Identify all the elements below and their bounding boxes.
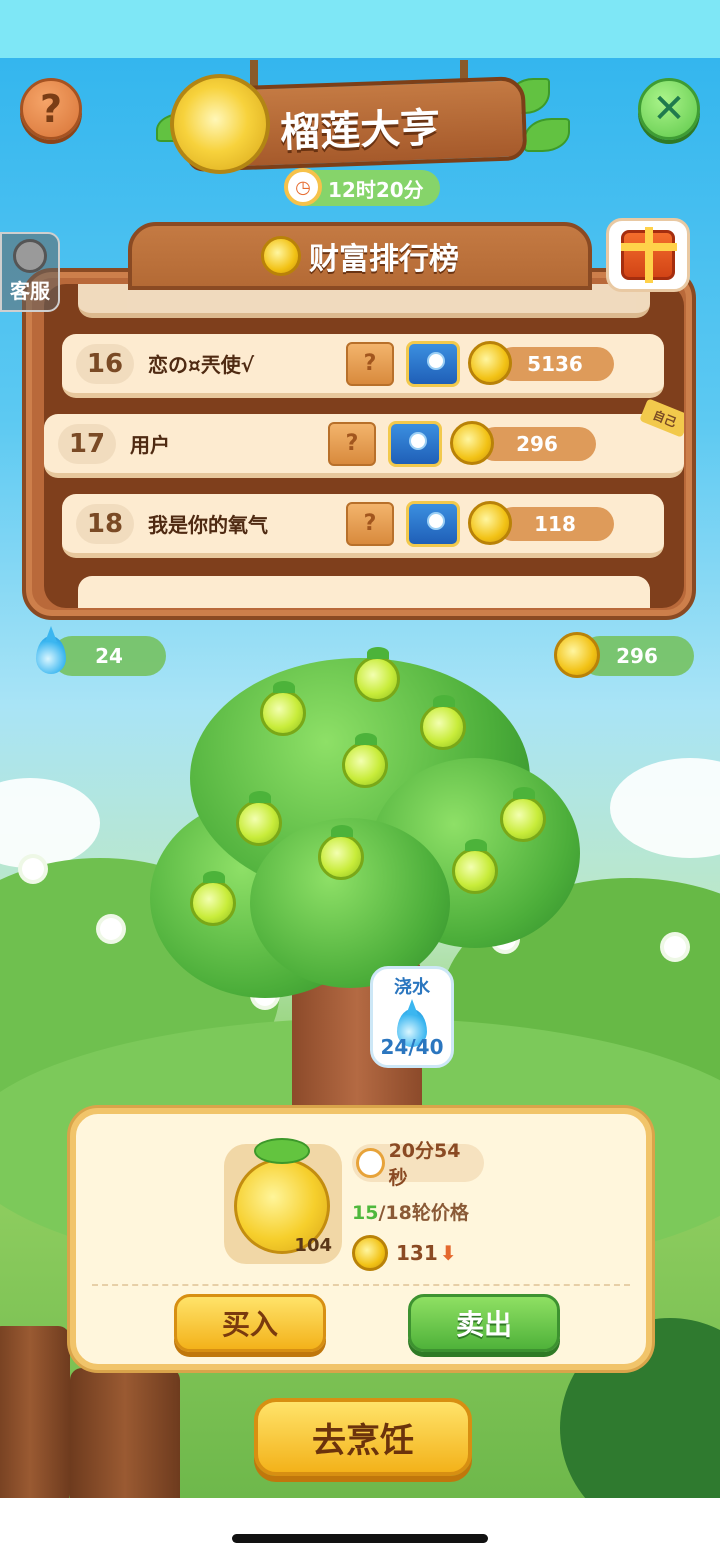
mystery-box-icon: ? <box>346 341 394 386</box>
leaderboard-row[interactable]: 16 恋の¤兲使√ ? 5136 <box>62 334 664 398</box>
treasure-chest-icon <box>406 500 460 547</box>
price-value: 131 <box>396 1241 438 1265</box>
gift-icon <box>621 227 677 283</box>
close-button[interactable]: ✕ <box>638 78 700 140</box>
leaf-icon <box>254 1138 310 1164</box>
buy-button[interactable]: 买入 <box>174 1294 326 1352</box>
bottom-safe-area <box>0 1498 720 1558</box>
durian-icon <box>170 74 270 174</box>
coin-icon <box>450 420 494 465</box>
coin-amount: 296 <box>516 431 558 456</box>
rank-number: 17 <box>58 423 116 464</box>
leaderboard-panel: 16 恋の¤兲使√ ? 5136 17 用户 ? 296 自己 18 我是你的氧… <box>22 268 696 620</box>
leaderboard-title: 财富排行榜 <box>309 242 459 277</box>
water-button[interactable]: 浇水 24/40 <box>370 966 454 1068</box>
leaderboard-row[interactable]: 18 我是你的氧气 ? 118 <box>62 494 664 558</box>
round-rest: /18轮价格 <box>378 1202 469 1224</box>
market-info: 20分54秒 15/18轮价格 131 ⬇ <box>352 1140 532 1271</box>
customer-service-button[interactable]: 客服 <box>0 232 60 312</box>
coin-icon <box>554 632 600 678</box>
price-countdown: 20分54秒 <box>352 1140 484 1189</box>
headset-icon <box>13 239 47 273</box>
flower <box>22 858 44 880</box>
coin-balance: 118 <box>468 500 614 545</box>
player-name: 我是你的氧气 <box>148 513 268 537</box>
sell-button[interactable]: 卖出 <box>408 1294 560 1352</box>
coin-icon <box>468 500 512 545</box>
countdown-text: 20分54秒 <box>388 1140 461 1189</box>
coin-amount: 5136 <box>527 351 583 376</box>
event-timer-text: 12时20分 <box>328 177 424 202</box>
self-tag: 自己 <box>639 398 684 438</box>
status-bar <box>0 0 720 58</box>
cloud <box>610 758 720 858</box>
gift-button[interactable] <box>606 218 690 292</box>
player-name: 恋の¤兲使√ <box>148 353 255 377</box>
durian-fruit[interactable] <box>452 839 498 894</box>
coin-balance: 5136 <box>468 340 614 385</box>
customer-service-label: 客服 <box>10 279 50 303</box>
game-title: 榴莲大亨 <box>279 105 441 157</box>
current-price: 131 ⬇ <box>352 1235 532 1271</box>
coin-count: 296 <box>616 644 658 668</box>
treasure-chest-icon <box>406 340 460 387</box>
list-item <box>78 576 650 608</box>
event-timer: ◷ 12时20分 <box>284 168 440 206</box>
home-indicator[interactable] <box>232 1534 488 1543</box>
cloud <box>0 778 100 868</box>
leaderboard-list[interactable]: 16 恋の¤兲使√ ? 5136 17 用户 ? 296 自己 18 我是你的氧… <box>44 284 684 608</box>
tree-stump <box>70 1368 180 1498</box>
durian-item-card[interactable]: 104 <box>224 1138 342 1264</box>
alarm-clock-icon: ◷ <box>284 168 322 206</box>
clock-icon <box>356 1148 385 1178</box>
coin-amount: 118 <box>534 511 576 536</box>
divider <box>92 1284 630 1286</box>
durian-fruit[interactable] <box>318 825 364 880</box>
water-button-label: 浇水 <box>394 977 430 998</box>
tree-stump <box>0 1326 70 1498</box>
close-icon: ✕ <box>652 86 686 132</box>
coin-balance: 296 <box>450 420 596 465</box>
durian-fruit[interactable] <box>190 871 236 926</box>
mystery-box-icon: ? <box>346 501 394 546</box>
water-drop-icon <box>36 636 66 674</box>
coin-icon <box>352 1235 388 1271</box>
water-progress: 24/40 <box>380 1035 444 1059</box>
water-counter: 24 <box>52 636 166 676</box>
round-current: 15 <box>352 1202 379 1224</box>
rank-number: 18 <box>76 503 134 544</box>
help-button[interactable]: ? <box>20 78 82 140</box>
mystery-box-icon: ? <box>328 421 376 466</box>
flower <box>664 936 686 958</box>
cook-button[interactable]: 去烹饪 <box>254 1398 472 1476</box>
durian-fruit[interactable] <box>354 647 400 702</box>
treasure-chest-icon <box>388 420 442 467</box>
coin-icon <box>261 236 301 276</box>
flower <box>100 918 122 940</box>
durian-fruit[interactable] <box>260 681 306 736</box>
leaderboard-row-self[interactable]: 17 用户 ? 296 自己 <box>44 398 684 478</box>
question-icon: ? <box>39 87 63 131</box>
price-round: 15/18轮价格 <box>352 1198 532 1225</box>
durian-fruit[interactable] <box>420 695 466 750</box>
down-arrow-icon: ⬇ <box>439 1241 457 1265</box>
leaderboard-header: 财富排行榜 <box>128 222 592 290</box>
durian-fruit[interactable] <box>500 787 546 842</box>
durian-fruit[interactable] <box>342 733 388 788</box>
fruit-quantity: 104 <box>294 1235 332 1256</box>
market-panel: 104 20分54秒 15/18轮价格 131 ⬇ 买入 卖出 <box>70 1108 652 1370</box>
coin-icon <box>468 340 512 385</box>
rank-number: 16 <box>76 343 134 384</box>
player-name: 用户 <box>130 433 170 457</box>
durian-fruit[interactable] <box>236 791 282 846</box>
water-count: 24 <box>95 644 123 668</box>
